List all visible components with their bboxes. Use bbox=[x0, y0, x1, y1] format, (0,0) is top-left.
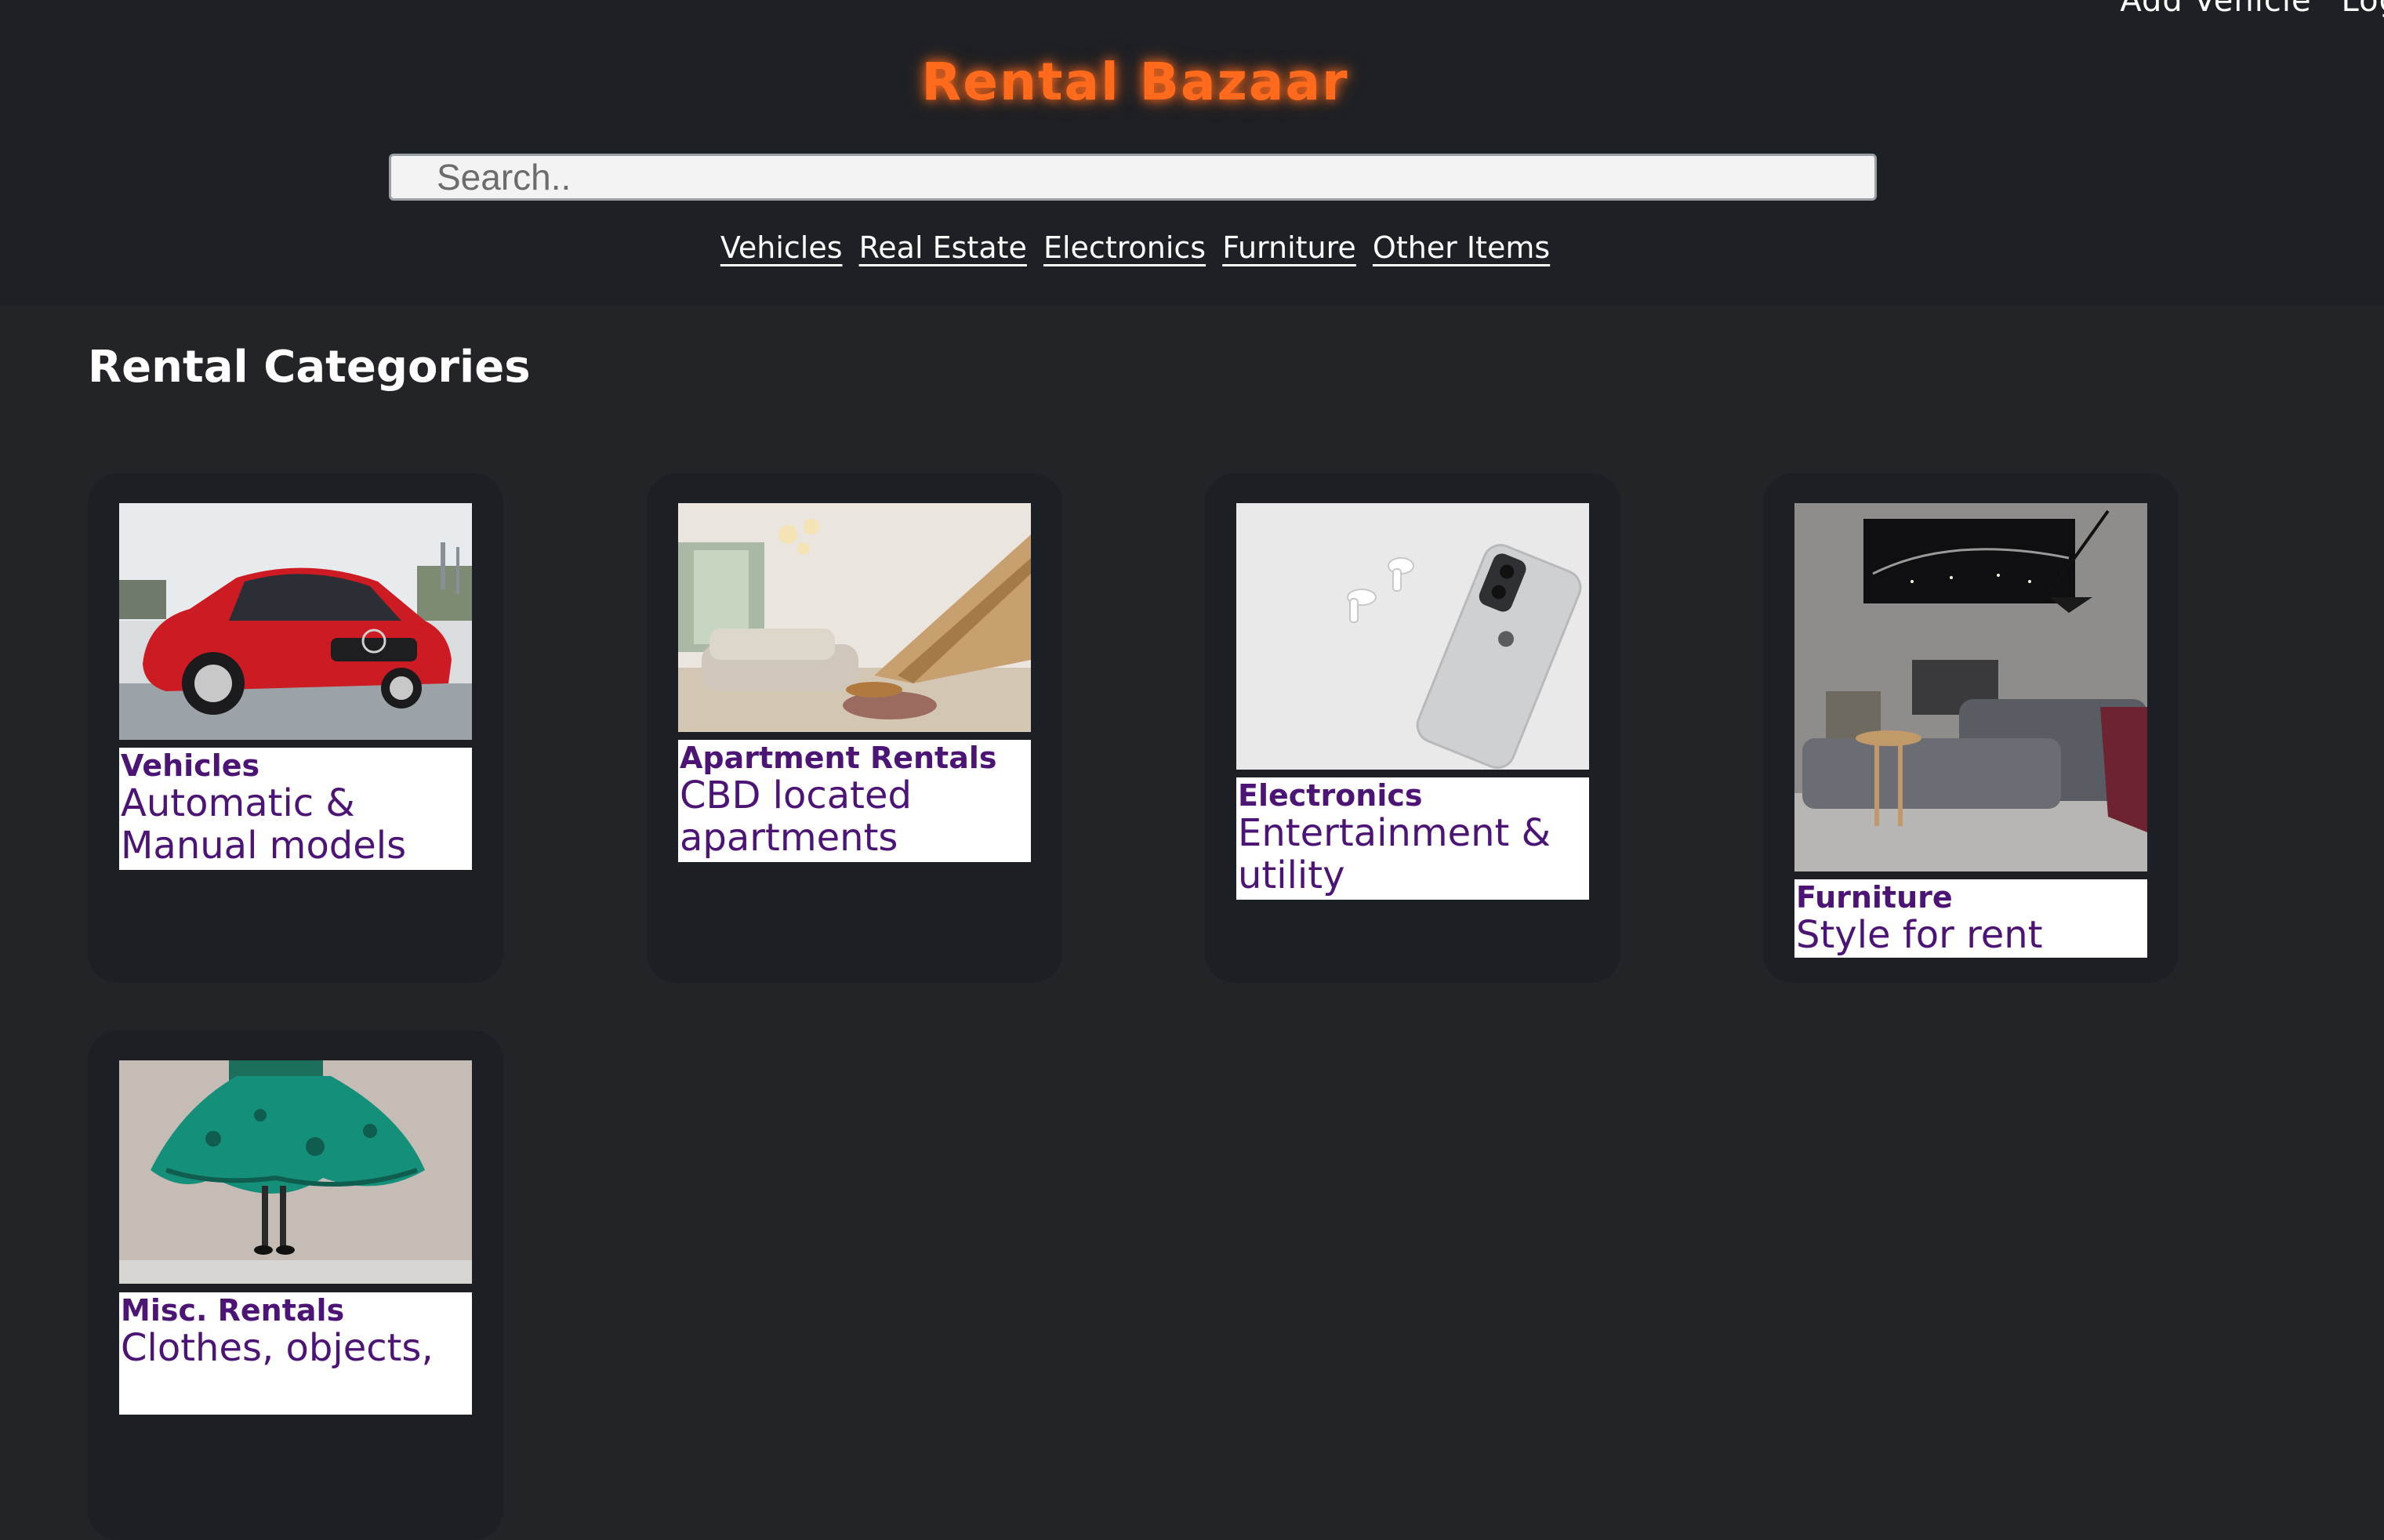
category-card-furniture[interactable]: Furniture Style for rent bbox=[1763, 473, 2179, 983]
card-description: Entertainment & utility bbox=[1238, 811, 1551, 897]
furnished-room-photo bbox=[1794, 503, 2147, 871]
category-nav: Vehicles Real Estate Electronics Furnitu… bbox=[0, 230, 2270, 265]
card-caption: Furniture Style for rent bbox=[1794, 879, 2147, 958]
nav-link-real-estate[interactable]: Real Estate bbox=[859, 230, 1027, 265]
site-logo[interactable]: Rental Bazaar bbox=[0, 52, 2270, 112]
card-title: Vehicles bbox=[121, 748, 260, 783]
card-caption: Misc. Rentals Clothes, objects, bbox=[119, 1292, 472, 1415]
card-caption: Electronics Entertainment & utility bbox=[1236, 777, 1589, 900]
card-title: Furniture bbox=[1796, 880, 1953, 915]
login-link[interactable]: Log bbox=[2342, 0, 2384, 19]
card-image-furniture[interactable] bbox=[1794, 503, 2147, 871]
section-title: Rental Categories bbox=[88, 342, 531, 393]
card-title: Misc. Rentals bbox=[121, 1293, 345, 1328]
category-card-apartments[interactable]: Apartment Rentals CBD located apartments bbox=[647, 473, 1062, 983]
site-header: Add Vehicle Log Rental Bazaar Vehicles Re… bbox=[0, 0, 2384, 306]
top-nav: Add Vehicle Log bbox=[2090, 0, 2384, 19]
nav-link-electronics[interactable]: Electronics bbox=[1043, 230, 1206, 265]
nav-link-other-items[interactable]: Other Items bbox=[1373, 230, 1550, 265]
card-caption: Apartment Rentals CBD located apartments bbox=[678, 740, 1031, 862]
card-image-misc[interactable] bbox=[119, 1060, 472, 1284]
nav-link-vehicles[interactable]: Vehicles bbox=[720, 230, 843, 265]
phone-earbuds-photo bbox=[1236, 503, 1589, 770]
living-room-photo bbox=[678, 503, 1031, 732]
card-description: Style for rent bbox=[1796, 913, 2043, 957]
card-title: Electronics bbox=[1238, 778, 1423, 813]
green-dress-photo bbox=[119, 1060, 472, 1284]
search-input[interactable] bbox=[389, 154, 1877, 201]
category-card-electronics[interactable]: Electronics Entertainment & utility bbox=[1205, 473, 1620, 983]
add-vehicle-link[interactable]: Add Vehicle bbox=[2120, 0, 2311, 19]
card-description: Automatic & Manual models bbox=[121, 781, 407, 868]
red-car-photo bbox=[119, 503, 472, 740]
category-card-vehicles[interactable]: Vehicles Automatic & Manual models bbox=[88, 473, 503, 983]
card-description: CBD located apartments bbox=[680, 774, 912, 860]
card-image-vehicles[interactable] bbox=[119, 503, 472, 740]
card-image-apartments[interactable] bbox=[678, 503, 1031, 732]
card-image-electronics[interactable] bbox=[1236, 503, 1589, 770]
category-card-misc[interactable]: Misc. Rentals Clothes, objects, bbox=[88, 1031, 503, 1540]
card-title: Apartment Rentals bbox=[680, 741, 997, 775]
card-caption: Vehicles Automatic & Manual models bbox=[119, 748, 472, 870]
nav-link-furniture[interactable]: Furniture bbox=[1222, 230, 1356, 265]
